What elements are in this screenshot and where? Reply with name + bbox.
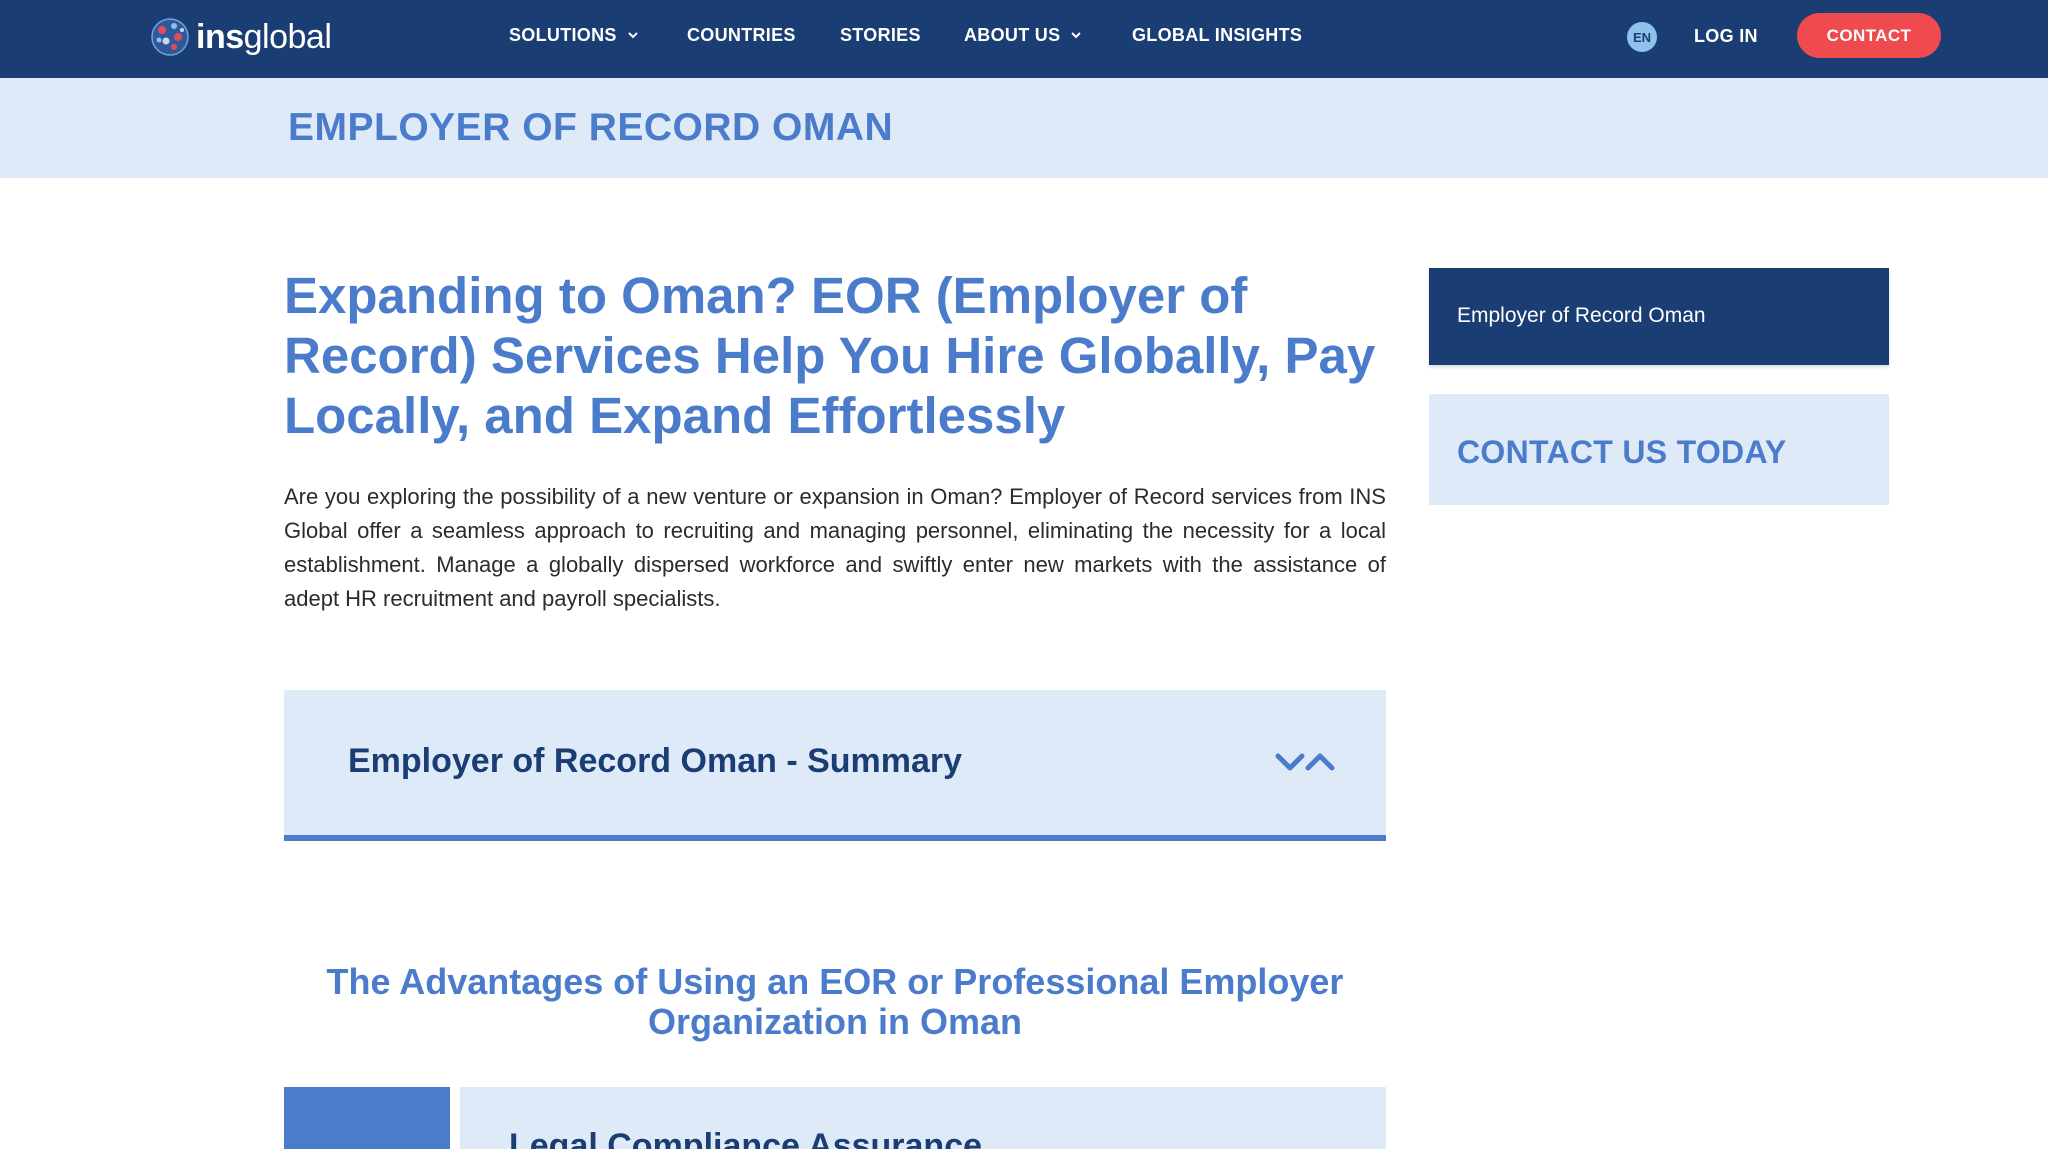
sidebar-item-employer-of-record-oman[interactable]: Employer of Record Oman: [1429, 268, 1889, 365]
summary-accordion[interactable]: Employer of Record Oman - Summary: [284, 690, 1386, 841]
language-selector[interactable]: EN: [1627, 22, 1657, 52]
login-link[interactable]: LOG IN: [1694, 26, 1758, 47]
cta-label: CONTACT US TODAY: [1457, 434, 1787, 470]
nav-item-about-us[interactable]: ABOUT US: [964, 24, 1082, 46]
nav-item-global-insights[interactable]: GLOBAL INSIGHTS: [1132, 24, 1302, 46]
nav-item-label: SOLUTIONS: [509, 24, 617, 45]
nav-item-label: STORIES: [840, 24, 921, 45]
nav-item-label: COUNTRIES: [687, 24, 796, 45]
intro-paragraph: Are you exploring the possibility of a n…: [284, 484, 1386, 611]
page-title: EMPLOYER OF RECORD OMAN: [288, 106, 894, 149]
card-title: Legal Compliance Assurance: [509, 1127, 983, 1149]
chevron-toggle-icon[interactable]: [1274, 746, 1338, 778]
nav-item-solutions[interactable]: SOLUTIONS: [509, 24, 639, 46]
hero-heading: Expanding to Oman? EOR (Employer of Reco…: [284, 267, 1376, 444]
nav-item-stories[interactable]: STORIES: [840, 24, 921, 46]
nav-item-label: ABOUT US: [964, 24, 1061, 45]
globe-logo-icon: [151, 18, 189, 56]
contact-us-today-cta[interactable]: CONTACT US TODAY: [1429, 394, 1889, 505]
page-title-band: EMPLOYER OF RECORD OMAN: [0, 78, 2048, 178]
nav-item-countries[interactable]: COUNTRIES: [687, 24, 796, 46]
advantage-card: Legal Compliance Assurance: [460, 1087, 1386, 1149]
logo-wordmark: insglobal: [196, 17, 332, 57]
sidebar-item-label: Employer of Record Oman: [1457, 304, 1706, 327]
chevron-down-icon: [627, 32, 638, 39]
chevron-down-icon: [1071, 32, 1082, 39]
logo-wordmark-bold: ins: [196, 18, 244, 56]
contact-button[interactable]: CONTACT: [1797, 13, 1941, 58]
insglobal-logo[interactable]: insglobal: [150, 17, 332, 57]
advantages-heading: The Advantages of Using an EOR or Profes…: [326, 961, 1344, 1042]
accordion-title: Employer of Record Oman - Summary: [348, 742, 963, 780]
nav-item-label: GLOBAL INSIGHTS: [1132, 24, 1303, 45]
top-navigation-bar: insglobal SOLUTIONS COUNTRIES STORIES AB…: [0, 0, 2048, 78]
logo-wordmark-light: global: [243, 18, 332, 56]
card-icon-block: [284, 1087, 450, 1149]
